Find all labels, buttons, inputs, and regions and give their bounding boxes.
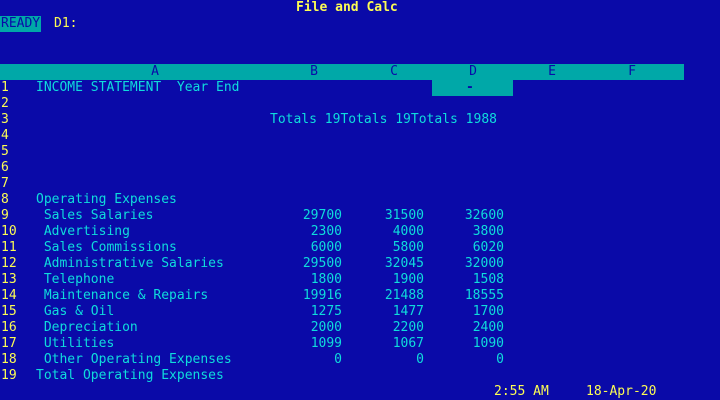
row-number[interactable]: 2 [0, 96, 36, 112]
expense-value-d[interactable]: 1700 [430, 304, 504, 320]
expense-label-cell[interactable]: Other Operating Expenses [36, 352, 232, 368]
expense-value-d[interactable]: 0 [430, 352, 504, 368]
column-header-a[interactable]: A [36, 64, 274, 80]
expense-label-cell[interactable]: Maintenance & Repairs [36, 288, 208, 304]
expense-value-c[interactable]: 2200 [350, 320, 424, 336]
expense-label-cell[interactable]: Telephone [36, 272, 114, 288]
row-number[interactable]: 12 [0, 256, 36, 272]
row-number[interactable]: 7 [0, 176, 36, 192]
expense-value-b[interactable]: 19916 [270, 288, 342, 304]
cell-a19[interactable]: Total Operating Expenses [36, 368, 224, 384]
expense-value-d[interactable]: 1090 [430, 336, 504, 352]
row-number[interactable]: 10 [0, 224, 36, 240]
expense-value-b[interactable]: 1099 [270, 336, 342, 352]
expense-label-cell[interactable]: Depreciation [36, 320, 138, 336]
row-number[interactable]: 17 [0, 336, 36, 352]
status-date: 18-Apr-20 [586, 384, 657, 399]
expense-value-d[interactable]: 1508 [430, 272, 504, 288]
mode-indicator: READY [0, 16, 42, 32]
column-header-f[interactable]: F [592, 64, 672, 80]
expense-label-cell[interactable]: Sales Salaries [36, 208, 154, 224]
column-header-d[interactable]: D [434, 64, 512, 80]
row-number[interactable]: 9 [0, 208, 36, 224]
expense-value-d[interactable]: 32000 [430, 256, 504, 272]
expense-value-b[interactable]: 2000 [270, 320, 342, 336]
expense-value-b[interactable]: 6000 [270, 240, 342, 256]
expense-value-c[interactable]: 32045 [350, 256, 424, 272]
expense-value-c[interactable]: 31500 [350, 208, 424, 224]
expense-value-c[interactable]: 1900 [350, 272, 424, 288]
column-header-e[interactable]: E [512, 64, 592, 80]
row-number[interactable]: 14 [0, 288, 36, 304]
row-number[interactable]: 15 [0, 304, 36, 320]
cell-a1[interactable]: INCOME STATEMENT Year End [36, 80, 240, 96]
expense-value-c[interactable]: 5800 [350, 240, 424, 256]
column-header-c[interactable]: C [354, 64, 434, 80]
row-number[interactable]: 8 [0, 192, 36, 208]
column-header-b[interactable]: B [274, 64, 354, 80]
row-number[interactable]: 19 [0, 368, 36, 384]
expense-value-c[interactable]: 1477 [350, 304, 424, 320]
row-number[interactable]: 4 [0, 128, 36, 144]
row-number[interactable]: 3 [0, 112, 36, 128]
expense-value-d[interactable]: 6020 [430, 240, 504, 256]
expense-value-c[interactable]: 21488 [350, 288, 424, 304]
expense-value-d[interactable]: 32600 [430, 208, 504, 224]
expense-value-b[interactable]: 0 [270, 352, 342, 368]
app-title: File and Calc [296, 0, 398, 15]
expense-value-b[interactable]: 29700 [270, 208, 342, 224]
row3-totals-headers[interactable]: Totals 19Totals 19Totals 1988 [270, 112, 497, 128]
row-number[interactable]: 13 [0, 272, 36, 288]
expense-value-d[interactable]: 2400 [430, 320, 504, 336]
row-number[interactable]: 1 [0, 80, 36, 96]
expense-label-cell[interactable]: Gas & Oil [36, 304, 114, 320]
cell-reference: D1: [54, 16, 78, 31]
expense-value-c[interactable]: 4000 [350, 224, 424, 240]
column-header-bar: A B C D E F [0, 64, 684, 80]
expense-value-d[interactable]: 18555 [430, 288, 504, 304]
expense-value-c[interactable]: 0 [350, 352, 424, 368]
expense-value-b[interactable]: 29500 [270, 256, 342, 272]
active-cell-content: - [466, 80, 474, 95]
expense-label-cell[interactable]: Sales Commissions [36, 240, 177, 256]
expense-value-c[interactable]: 1067 [350, 336, 424, 352]
row-number[interactable]: 6 [0, 160, 36, 176]
row-number[interactable]: 18 [0, 352, 36, 368]
expense-label-cell[interactable]: Advertising [36, 224, 130, 240]
row-number[interactable]: 5 [0, 144, 36, 160]
cell-a8[interactable]: Operating Expenses [36, 192, 177, 208]
expense-value-b[interactable]: 1275 [270, 304, 342, 320]
row-number[interactable]: 11 [0, 240, 36, 256]
expense-value-b[interactable]: 2300 [270, 224, 342, 240]
expense-value-d[interactable]: 3800 [430, 224, 504, 240]
expense-label-cell[interactable]: Utilities [36, 336, 114, 352]
expense-value-b[interactable]: 1800 [270, 272, 342, 288]
row-number[interactable]: 16 [0, 320, 36, 336]
expense-label-cell[interactable]: Administrative Salaries [36, 256, 224, 272]
status-time: 2:55 AM [494, 384, 549, 399]
